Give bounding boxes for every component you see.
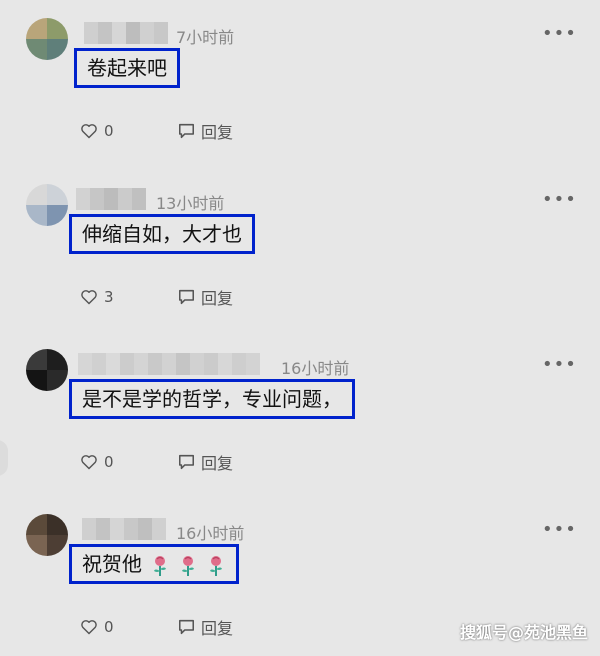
like-button[interactable]: 0 — [80, 122, 178, 140]
comment-time: 16小时前 — [281, 359, 350, 378]
comment-text-highlighted: 是不是学的哲学，专业问题， — [69, 379, 355, 419]
like-count: 3 — [104, 288, 114, 306]
watermark: 搜狐号@苑池黑鱼 — [459, 623, 588, 642]
rose-icon — [210, 555, 222, 576]
heart-icon — [81, 290, 97, 305]
heart-icon — [81, 124, 97, 139]
username-blurred[interactable] — [76, 188, 146, 210]
comment-bubble-icon — [179, 454, 194, 470]
comment-time: 7小时前 — [176, 28, 235, 47]
more-options-icon[interactable]: ••• — [542, 190, 576, 210]
like-button[interactable]: 3 — [80, 288, 178, 306]
reply-button[interactable]: 回复 — [178, 285, 233, 309]
more-options-icon[interactable]: ••• — [542, 520, 576, 540]
like-count: 0 — [104, 618, 114, 636]
comment-bubble-icon — [179, 123, 194, 139]
avatar[interactable] — [26, 349, 68, 391]
comment-item: 13小时前 ••• 伸缩自如，大才也 3 回复 — [0, 176, 600, 326]
reply-label: 回复 — [201, 619, 234, 638]
more-options-icon[interactable]: ••• — [542, 24, 576, 44]
heart-icon — [81, 620, 97, 635]
avatar[interactable] — [26, 184, 68, 226]
comment-actions: 0 回复 — [80, 120, 233, 142]
like-button[interactable]: 0 — [80, 453, 178, 471]
reply-button[interactable]: 回复 — [178, 450, 233, 474]
comment-actions: 0 回复 — [80, 616, 233, 638]
comment-text-highlighted: 卷起来吧 — [74, 48, 180, 88]
reply-label: 回复 — [201, 123, 234, 142]
reply-button[interactable]: 回复 — [178, 615, 233, 639]
comment-text-highlighted: 伸缩自如，大才也 — [69, 214, 255, 254]
comment-time: 13小时前 — [156, 194, 225, 213]
like-button[interactable]: 0 — [80, 618, 178, 636]
comment-bubble-icon — [179, 619, 194, 635]
username-blurred[interactable] — [78, 353, 260, 375]
comment-item: 7小时前 ••• 卷起来吧 0 回复 — [0, 10, 600, 160]
reply-button[interactable]: 回复 — [178, 119, 233, 143]
comment-actions: 0 回复 — [80, 451, 233, 473]
heart-icon — [81, 455, 97, 470]
comment-text: 祝贺他 — [82, 552, 142, 576]
username-blurred[interactable] — [84, 22, 168, 44]
reply-label: 回复 — [201, 289, 234, 308]
comment-time: 16小时前 — [176, 524, 245, 543]
comment-bubble-icon — [179, 289, 194, 305]
like-count: 0 — [104, 453, 114, 471]
rose-icon — [182, 555, 194, 576]
more-options-icon[interactable]: ••• — [542, 355, 576, 375]
reply-label: 回复 — [201, 454, 234, 473]
comment-item: 16小时前 ••• 是不是学的哲学，专业问题， 0 回复 — [0, 341, 600, 491]
comment-actions: 3 回复 — [80, 286, 233, 308]
avatar[interactable] — [26, 514, 68, 556]
username-blurred[interactable] — [82, 518, 166, 540]
comment-text-highlighted: 祝贺他 — [69, 544, 239, 584]
like-count: 0 — [104, 122, 114, 140]
avatar[interactable] — [26, 18, 68, 60]
rose-icon — [154, 555, 166, 576]
